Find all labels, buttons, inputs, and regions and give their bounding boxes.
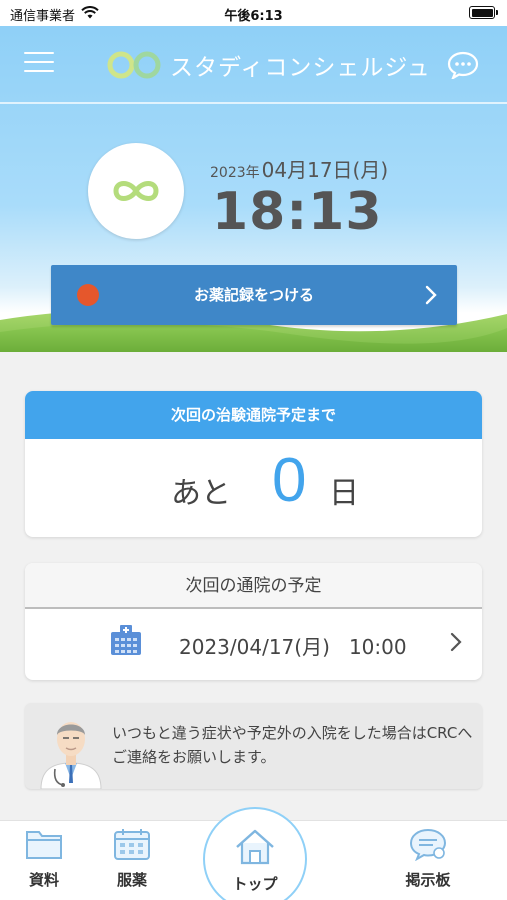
chat-bubble-icon <box>447 51 479 81</box>
visit-countdown-card: 次回の治験通院予定まで あと 0 日 <box>25 391 482 537</box>
tab-medication-label: 服薬 <box>116 871 147 889</box>
hamburger-icon <box>24 52 54 54</box>
record-medication-button[interactable]: お薬記録をつける <box>51 265 457 325</box>
message-board-icon <box>409 828 447 862</box>
app-header: スタディコンシェルジュ <box>0 26 507 104</box>
record-button-label: お薬記録をつける <box>193 286 314 304</box>
battery-icon <box>469 6 498 19</box>
status-bar: 通信事業者 午後6:13 <box>0 0 507 26</box>
next-visit-card: 次回の通院の予定 2023/04/17(月) 10:00 <box>25 563 482 680</box>
tab-board-label: 掲示板 <box>405 871 451 889</box>
menu-button[interactable] <box>24 52 54 78</box>
tab-top-label: トップ <box>232 875 278 893</box>
date-display: 2023年 04月17日(月) <box>210 154 388 183</box>
date-year: 2023年 <box>210 165 260 181</box>
tab-board[interactable]: 掲示板 <box>398 827 458 890</box>
folder-icon <box>26 831 62 859</box>
home-icon <box>236 829 274 865</box>
bottom-tab-bar: 資料 服薬 トップ 掲示板 <box>0 807 507 900</box>
next-visit-datetime: 2023/04/17(月) 10:00 <box>179 635 407 659</box>
tab-materials-label: 資料 <box>28 871 59 889</box>
chevron-right-icon <box>450 632 462 652</box>
hero-section: スタディコンシェルジュ 2023年 04月17日(月) 18:13 お薬記録をつけ… <box>0 26 507 352</box>
time-display: 18:13 <box>212 182 383 242</box>
doctor-illustration-icon <box>40 722 102 789</box>
clock-logo-badge <box>88 143 184 239</box>
hospital-icon <box>111 625 141 655</box>
tab-materials[interactable]: 資料 <box>14 827 74 890</box>
date-month-day: 04月17日(月) <box>261 158 389 182</box>
chevron-right-icon <box>425 285 437 305</box>
countdown-suffix: 日 <box>329 476 359 511</box>
next-visit-header: 次回の通院の予定 <box>25 563 482 609</box>
countdown-prefix: あと <box>171 476 231 511</box>
notice-text: いつもと違う症状や予定外の入院をした場合はCRCへご連絡をお願いします。 <box>112 724 473 766</box>
infinity-icon <box>113 181 159 201</box>
calendar-icon <box>114 829 150 860</box>
app-title: スタディコンシェルジュ <box>170 55 431 81</box>
crc-contact-notice: いつもと違う症状や予定外の入院をした場合はCRCへご連絡をお願いします。 <box>25 703 482 789</box>
countdown-days: 0 <box>272 446 307 515</box>
status-time: 午後6:13 <box>224 9 283 24</box>
app-logo: スタディコンシェルジュ <box>106 48 431 82</box>
tab-medication[interactable]: 服薬 <box>102 827 162 890</box>
chat-button[interactable] <box>447 51 479 81</box>
countdown-body: あと 0 日 <box>25 439 482 537</box>
tab-top[interactable]: トップ <box>203 807 307 900</box>
countdown-header: 次回の治験通院予定まで <box>25 391 482 439</box>
next-visit-row[interactable]: 2023/04/17(月) 10:00 <box>25 609 482 679</box>
infinity-logo-icon <box>107 51 161 79</box>
